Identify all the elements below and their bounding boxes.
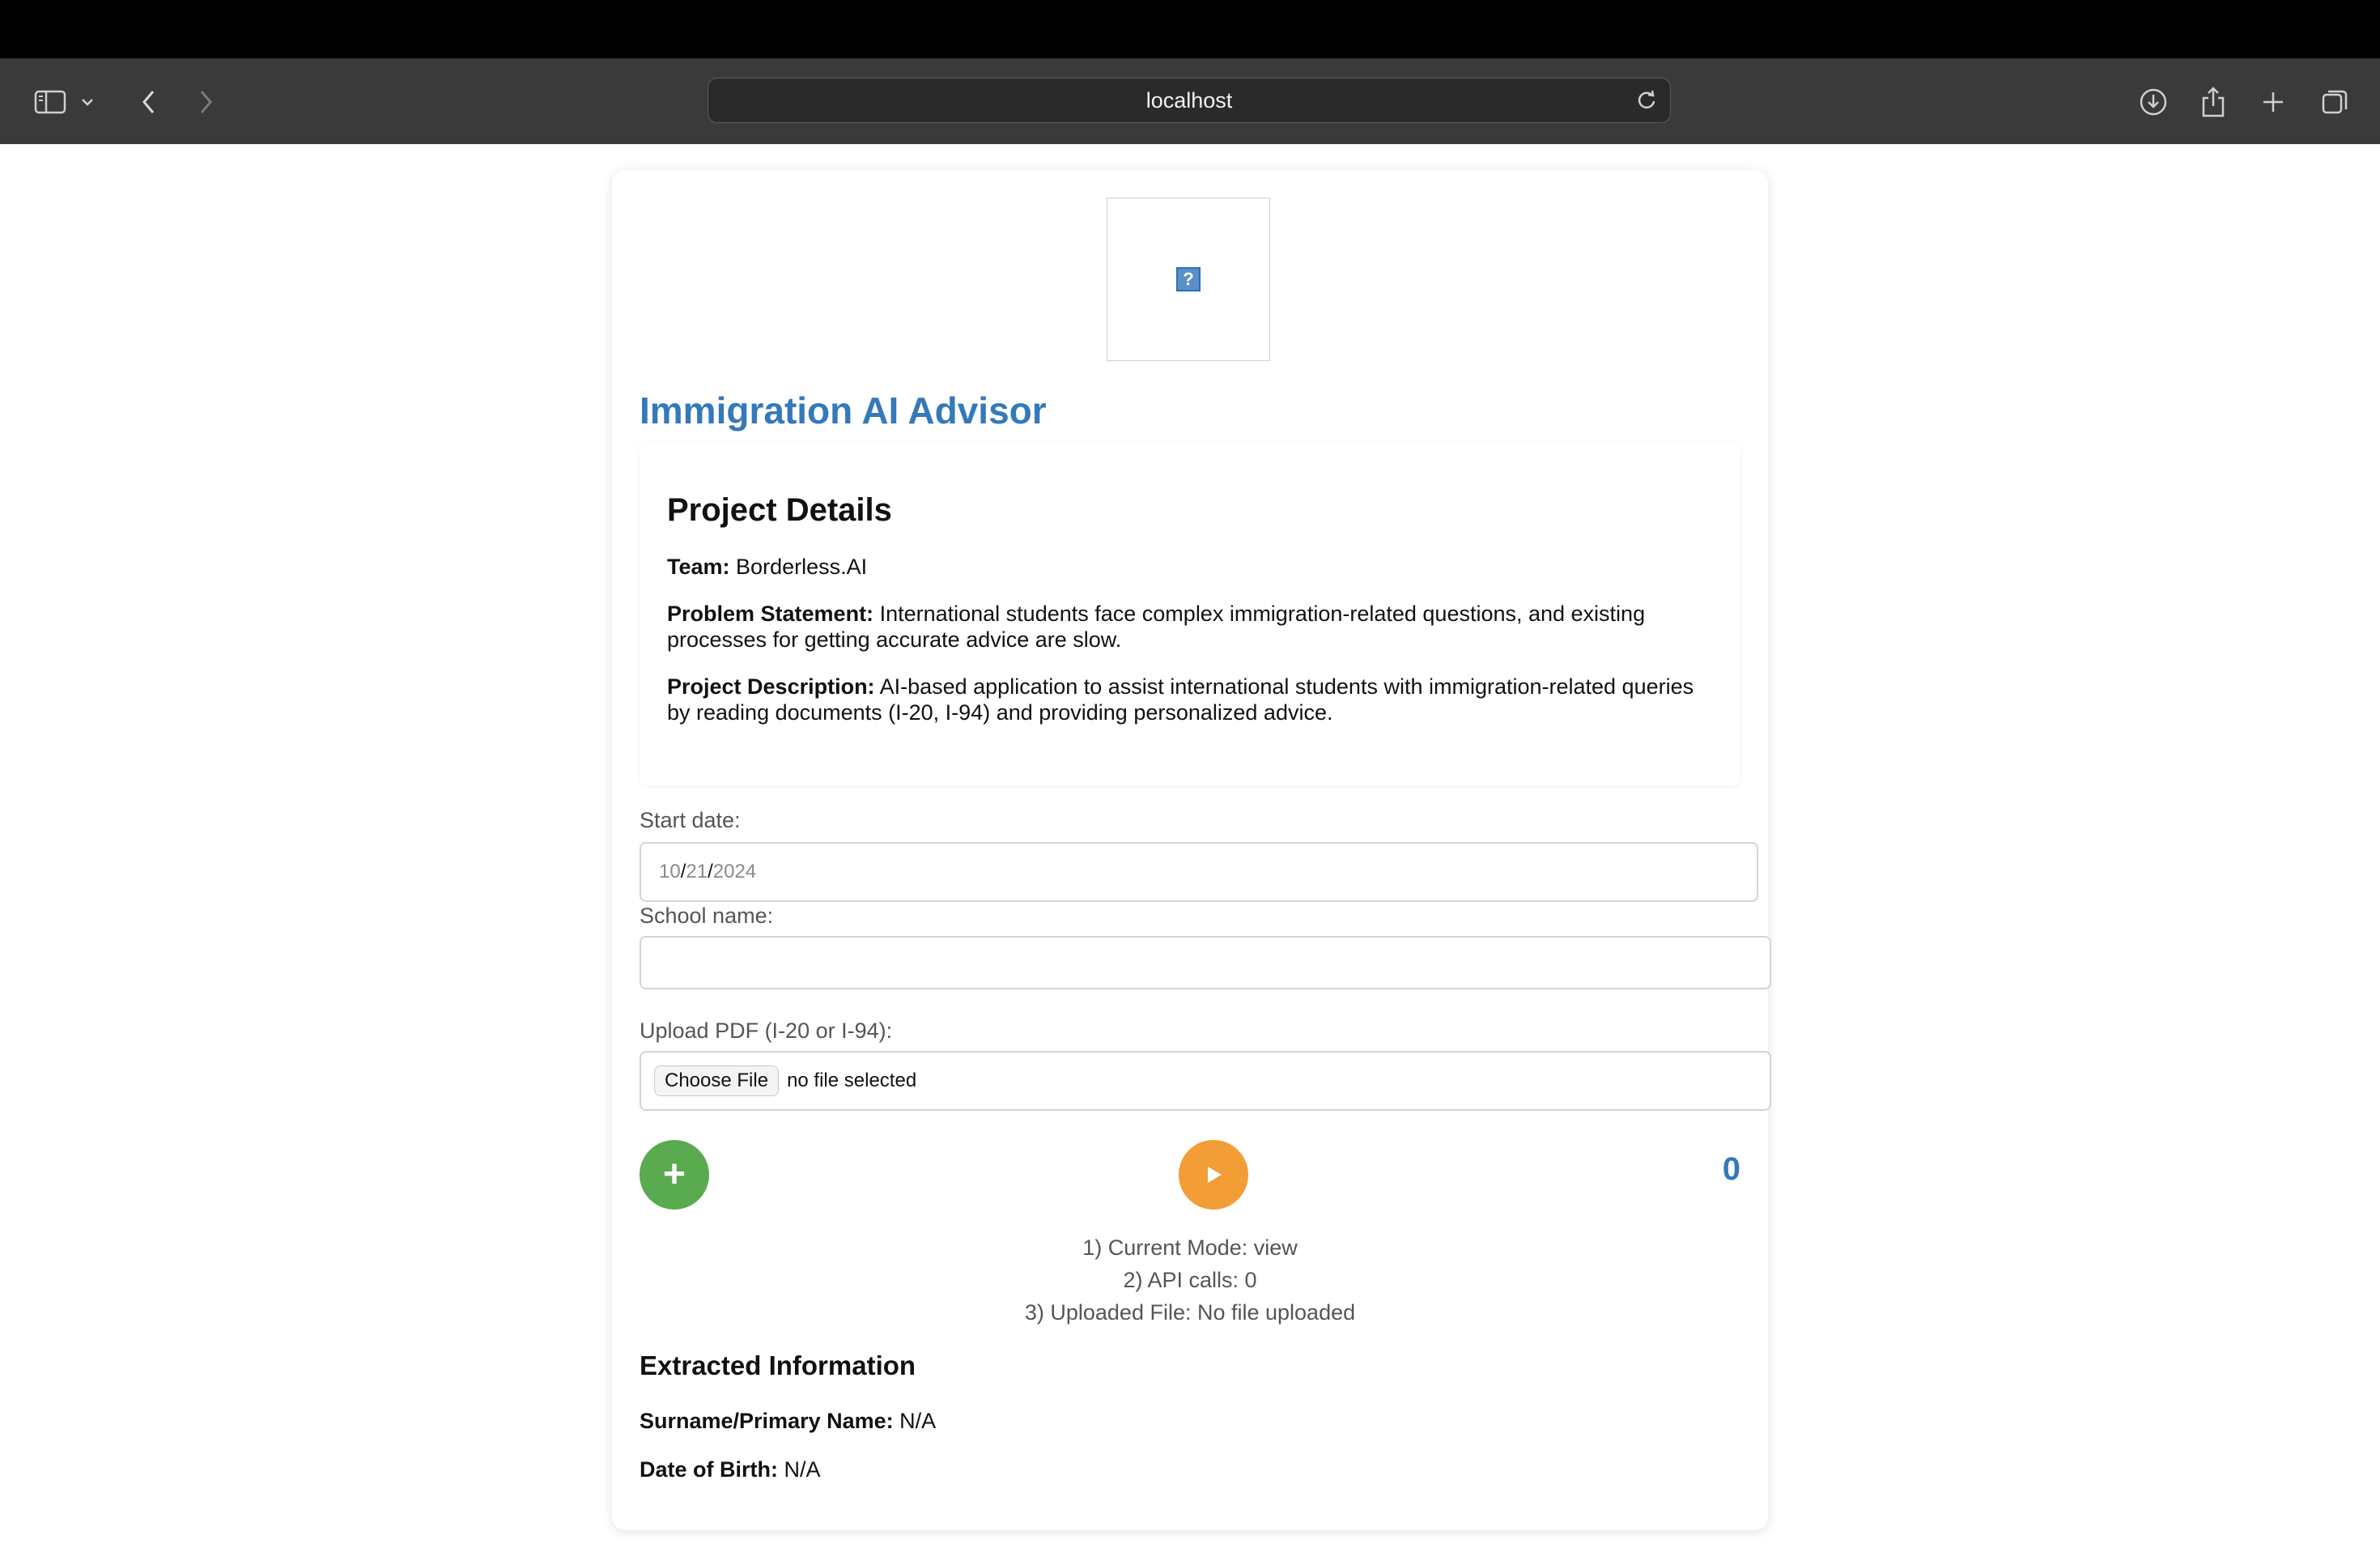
url-text: localhost xyxy=(1145,87,1233,113)
tab-overview-button[interactable] xyxy=(2312,79,2357,125)
add-button[interactable]: + xyxy=(640,1140,709,1210)
surname-line: Surname/Primary Name: N/A xyxy=(640,1409,936,1434)
start-date-label: Start date: xyxy=(640,808,741,832)
project-details-panel: Project Details Team: Borderless.AI Prob… xyxy=(640,442,1740,785)
logo-image: ? xyxy=(1107,198,1270,361)
team-line: Team: Borderless.AI xyxy=(667,554,1719,580)
page-title: Immigration AI Advisor xyxy=(640,389,1047,432)
reload-button[interactable] xyxy=(1634,88,1659,117)
share-button[interactable] xyxy=(2191,79,2236,125)
status-mode: 1) Current Mode: view xyxy=(1082,1235,1298,1260)
forward-icon xyxy=(200,91,212,113)
choose-file-button[interactable]: Choose File xyxy=(654,1065,780,1096)
surname-label: Surname/Primary Name: xyxy=(640,1409,894,1433)
status-api-calls: 2) API calls: 0 xyxy=(1123,1268,1257,1292)
sidebar-icon xyxy=(34,90,66,114)
play-button[interactable] xyxy=(1179,1140,1248,1210)
file-status-text: no file selected xyxy=(787,1070,917,1091)
project-description-line: Project Description: AI-based applicatio… xyxy=(667,674,1719,725)
start-date-input[interactable]: 10/21/2024 xyxy=(640,842,1758,902)
downloads-button[interactable] xyxy=(2131,79,2176,125)
date-of-birth-label: Date of Birth: xyxy=(640,1457,778,1482)
upload-pdf-input[interactable]: Choose File no file selected xyxy=(640,1051,1771,1111)
new-tab-button[interactable] xyxy=(2250,79,2296,125)
date-of-birth-value: N/A xyxy=(784,1457,821,1482)
forward-button[interactable] xyxy=(183,79,228,125)
problem-statement-line: Problem Statement: International student… xyxy=(667,601,1719,653)
problem-statement-label: Problem Statement: xyxy=(667,602,874,626)
new-tab-icon xyxy=(2263,92,2283,112)
sidebar-toggle-button[interactable] xyxy=(28,79,73,125)
browser-toolbar: localhost xyxy=(0,58,2380,144)
project-details-heading: Project Details xyxy=(667,492,892,528)
app-card: ? Immigration AI Advisor Project Details… xyxy=(612,170,1771,1530)
sidebar-menu-button[interactable] xyxy=(71,79,104,125)
status-uploaded-file: 3) Uploaded File: No file uploaded xyxy=(1024,1300,1356,1325)
extracted-information-heading: Extracted Information xyxy=(640,1350,916,1380)
school-name-input[interactable] xyxy=(640,936,1771,989)
back-button[interactable] xyxy=(126,79,172,125)
start-date-year[interactable]: 2024 xyxy=(713,861,756,883)
date-separator: / xyxy=(708,861,713,882)
menu-bar xyxy=(0,0,2380,58)
plus-icon: + xyxy=(662,1153,686,1196)
download-icon xyxy=(2140,88,2167,116)
school-name-label: School name: xyxy=(640,904,774,928)
date-separator: / xyxy=(680,861,686,882)
upload-pdf-label: Upload PDF (I-20 or I-94): xyxy=(640,1019,893,1043)
back-icon xyxy=(142,91,155,113)
broken-image-icon: ? xyxy=(1176,267,1201,291)
address-bar[interactable]: localhost xyxy=(708,78,1671,123)
surname-value: N/A xyxy=(899,1409,937,1433)
chevron-down-icon xyxy=(82,99,93,106)
api-call-counter: 0 xyxy=(1722,1151,1740,1187)
reload-icon xyxy=(1638,90,1655,108)
tab-overview-icon xyxy=(2322,90,2348,114)
team-value: Borderless.AI xyxy=(736,555,868,579)
team-label: Team: xyxy=(667,555,730,579)
start-date-month[interactable]: 10 xyxy=(659,861,681,883)
start-date-day[interactable]: 21 xyxy=(686,861,708,883)
date-of-birth-line: Date of Birth: N/A xyxy=(640,1457,821,1482)
project-description-label: Project Description: xyxy=(667,674,875,699)
play-icon xyxy=(1208,1167,1222,1183)
share-icon xyxy=(2202,87,2225,117)
